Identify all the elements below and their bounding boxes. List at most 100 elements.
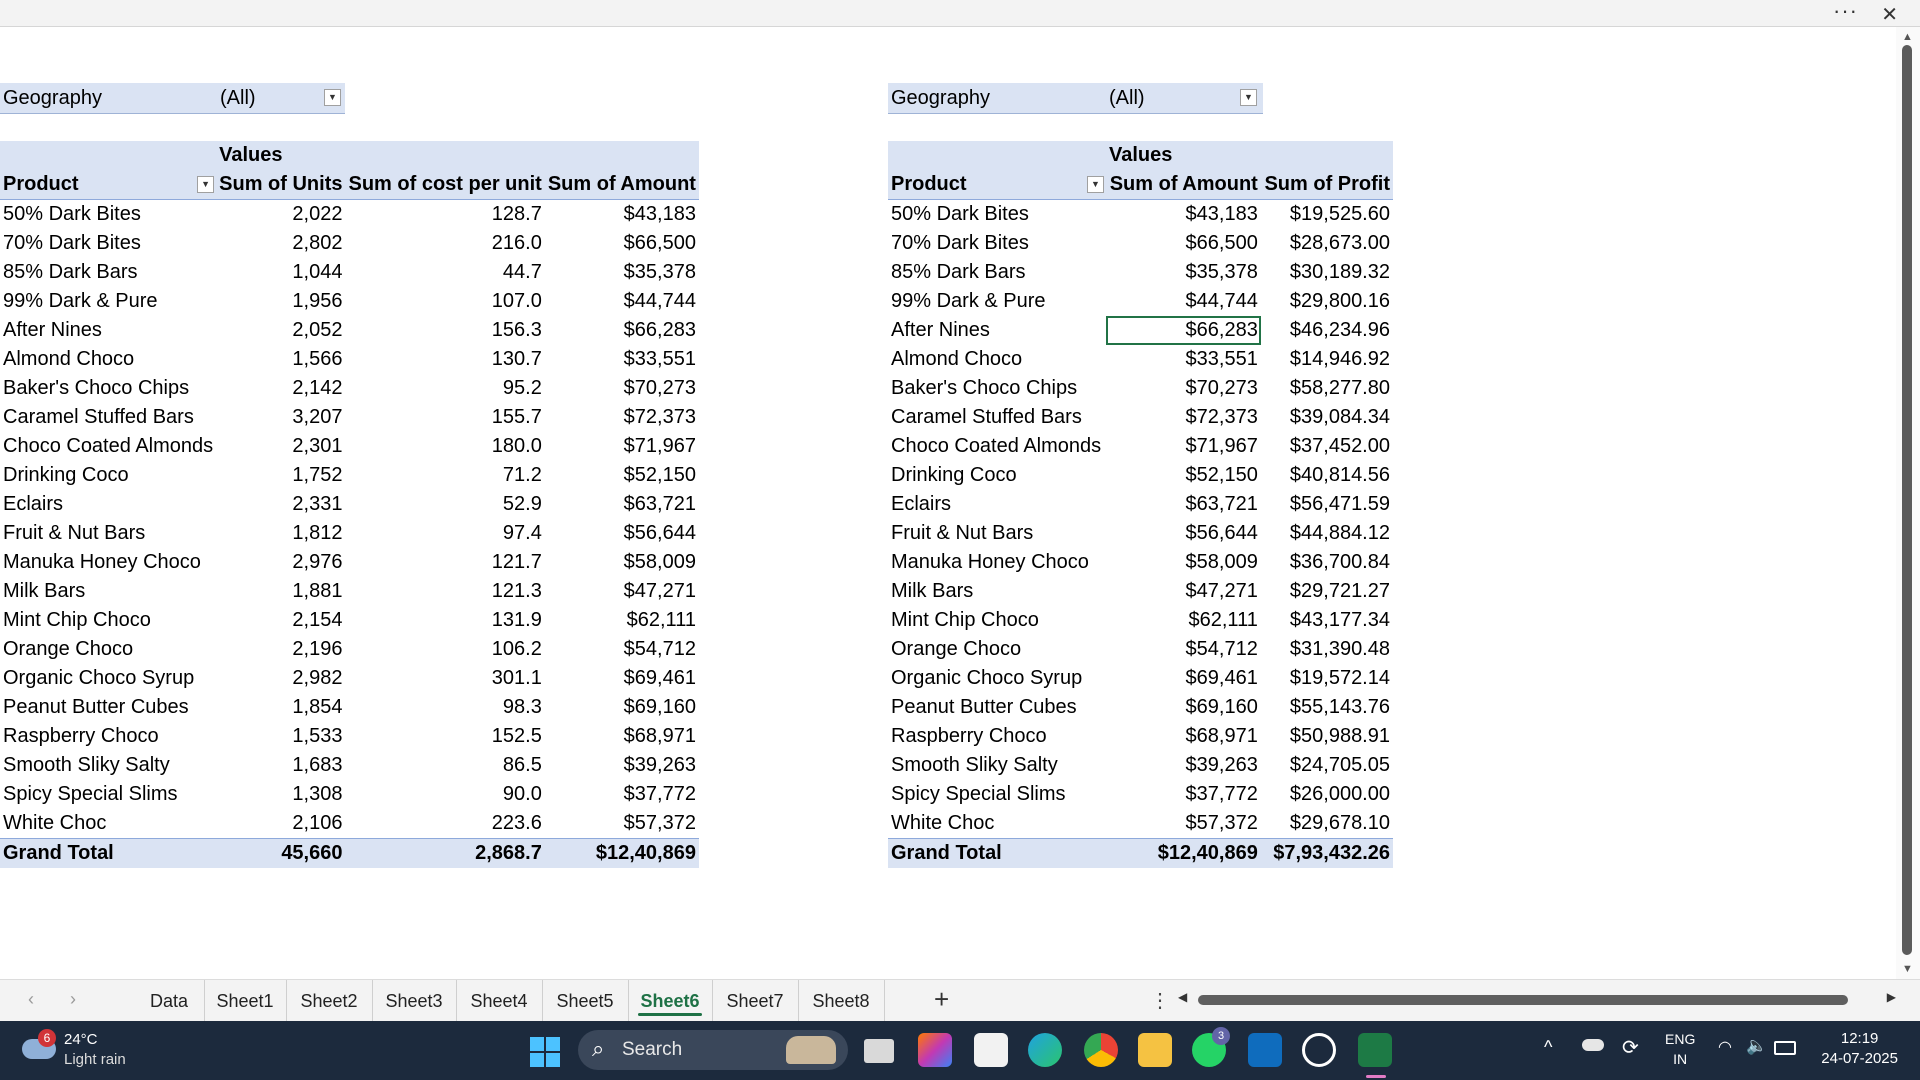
value-cell[interactable]: $70,273 [1106, 374, 1261, 403]
value-cell[interactable]: $72,373 [545, 403, 699, 432]
scroll-thumb[interactable] [1198, 995, 1848, 1005]
row-label-cell[interactable]: After Nines [888, 316, 1106, 345]
value-cell[interactable]: 1,812 [216, 519, 345, 548]
grand-total-cell[interactable]: $7,93,432.26 [1260, 838, 1393, 868]
grand-total-cell[interactable]: $12,40,869 [1106, 838, 1261, 868]
value-cell[interactable]: $71,967 [1106, 432, 1261, 461]
value-cell[interactable]: $39,084.34 [1261, 403, 1393, 432]
row-label-cell[interactable]: Spicy Special Slims [0, 780, 216, 809]
row-label-cell[interactable]: Eclairs [0, 490, 216, 519]
row-label-cell[interactable]: Milk Bars [0, 577, 216, 606]
grand-total-label[interactable]: Grand Total [0, 838, 217, 868]
add-sheet-button[interactable]: + [934, 984, 949, 1015]
worksheet-grid[interactable]: Geography (All) ▼ Values Product ▼ Sum of… [0, 27, 1896, 979]
row-label-cell[interactable]: Almond Choco [888, 345, 1106, 374]
row-label-cell[interactable]: 70% Dark Bites [0, 229, 216, 258]
row-label-cell[interactable]: 99% Dark & Pure [0, 287, 216, 316]
chatgpt-icon[interactable] [1302, 1033, 1336, 1067]
value-cell[interactable]: $57,372 [1106, 809, 1261, 839]
outlook-icon[interactable] [1248, 1033, 1282, 1067]
value-cell[interactable]: $58,009 [545, 548, 699, 577]
row-label-cell[interactable]: Raspberry Choco [888, 722, 1106, 751]
row-label-cell[interactable]: Raspberry Choco [0, 722, 216, 751]
value-cell[interactable]: 86.5 [345, 751, 544, 780]
filter-dropdown-icon[interactable]: ▼ [1240, 89, 1257, 106]
sheet-tab-sheet5[interactable]: Sheet5 [542, 980, 629, 1022]
value-cell[interactable]: 223.6 [345, 809, 544, 839]
filter-dropdown-icon[interactable]: ▼ [1087, 176, 1104, 193]
weather-widget[interactable]: 6 24°C Light rain [22, 1029, 222, 1073]
more-options-icon[interactable]: ··· [1833, 0, 1858, 22]
value-cell[interactable]: $66,500 [545, 229, 699, 258]
value-cell[interactable]: 2,982 [216, 664, 345, 693]
value-cell[interactable]: 216.0 [345, 229, 544, 258]
value-cell[interactable]: $56,644 [545, 519, 699, 548]
value-cell[interactable]: 2,196 [216, 635, 345, 664]
value-cell[interactable]: $43,177.34 [1261, 606, 1393, 635]
sheet-tab-sheet2[interactable]: Sheet2 [286, 980, 373, 1022]
value-cell[interactable]: $70,273 [545, 374, 699, 403]
value-cell[interactable]: 1,533 [216, 722, 345, 751]
file-explorer-icon[interactable] [1138, 1033, 1172, 1067]
grand-total-label[interactable]: Grand Total [888, 838, 1106, 868]
grand-total-cell[interactable]: 45,660 [216, 838, 346, 868]
excel-icon[interactable] [1358, 1033, 1392, 1067]
value-cell[interactable]: $69,461 [1106, 664, 1261, 693]
value-cell[interactable]: 128.7 [345, 200, 544, 230]
column-header[interactable]: Sum of cost per unit [345, 170, 545, 200]
row-label-cell[interactable]: 50% Dark Bites [888, 200, 1106, 230]
row-label-cell[interactable]: Drinking Coco [888, 461, 1106, 490]
value-cell[interactable]: $28,673.00 [1261, 229, 1393, 258]
value-cell[interactable]: 156.3 [345, 316, 544, 345]
row-label-cell[interactable]: Peanut Butter Cubes [0, 693, 216, 722]
value-cell[interactable]: 52.9 [345, 490, 544, 519]
column-header-product[interactable]: Product ▼ [888, 170, 1106, 200]
column-header[interactable]: Sum of Amount [1106, 170, 1261, 200]
value-cell[interactable]: 1,683 [216, 751, 345, 780]
value-cell[interactable]: 106.2 [345, 635, 544, 664]
row-label-cell[interactable]: Peanut Butter Cubes [888, 693, 1106, 722]
value-cell[interactable]: $58,009 [1106, 548, 1261, 577]
value-cell[interactable]: $43,183 [1106, 200, 1261, 230]
value-cell[interactable]: $54,712 [1106, 635, 1261, 664]
value-cell[interactable]: $69,160 [1106, 693, 1261, 722]
value-cell[interactable]: $66,283 [545, 316, 699, 345]
value-cell[interactable]: $14,946.92 [1261, 345, 1393, 374]
value-cell[interactable]: 2,052 [216, 316, 345, 345]
row-label-cell[interactable]: Almond Choco [0, 345, 216, 374]
value-cell[interactable]: $63,721 [1106, 490, 1261, 519]
grand-total-cell[interactable]: 2,868.7 [345, 838, 545, 868]
value-cell[interactable]: $58,277.80 [1261, 374, 1393, 403]
row-label-cell[interactable]: Fruit & Nut Bars [0, 519, 216, 548]
row-label-cell[interactable]: Orange Choco [0, 635, 216, 664]
value-cell[interactable]: $44,884.12 [1261, 519, 1393, 548]
row-label-cell[interactable]: 85% Dark Bars [0, 258, 216, 287]
task-view-icon[interactable] [864, 1039, 894, 1063]
microsoft-store-icon[interactable] [974, 1033, 1008, 1067]
value-cell[interactable]: $36,700.84 [1261, 548, 1393, 577]
row-label-cell[interactable]: Fruit & Nut Bars [888, 519, 1106, 548]
onedrive-cloud-icon[interactable] [1582, 1039, 1604, 1051]
value-cell[interactable]: $33,551 [1106, 345, 1261, 374]
value-cell[interactable]: $39,263 [545, 751, 699, 780]
volume-icon[interactable]: 🔈 [1746, 1036, 1767, 1056]
value-cell[interactable]: 1,308 [216, 780, 345, 809]
row-label-cell[interactable]: Mint Chip Choco [888, 606, 1106, 635]
value-cell[interactable]: $30,189.32 [1261, 258, 1393, 287]
filter-dropdown-icon[interactable]: ▼ [197, 176, 215, 193]
value-cell[interactable]: $50,988.91 [1261, 722, 1393, 751]
value-cell[interactable]: $56,471.59 [1261, 490, 1393, 519]
column-header[interactable]: Sum of Profit [1260, 170, 1393, 200]
sync-icon[interactable]: ⟳ [1622, 1035, 1639, 1060]
next-sheet-icon[interactable]: › [70, 989, 76, 1010]
value-cell[interactable]: $68,971 [1106, 722, 1261, 751]
column-header[interactable]: Sum of Units [216, 170, 346, 200]
value-cell[interactable]: $35,378 [545, 258, 699, 287]
value-cell[interactable]: 121.3 [345, 577, 544, 606]
row-label-cell[interactable]: Milk Bars [888, 577, 1106, 606]
value-cell[interactable]: 71.2 [345, 461, 544, 490]
value-cell[interactable]: $62,111 [545, 606, 699, 635]
value-cell[interactable]: $24,705.05 [1261, 751, 1393, 780]
value-cell[interactable]: $44,744 [545, 287, 699, 316]
value-cell[interactable]: $39,263 [1106, 751, 1261, 780]
